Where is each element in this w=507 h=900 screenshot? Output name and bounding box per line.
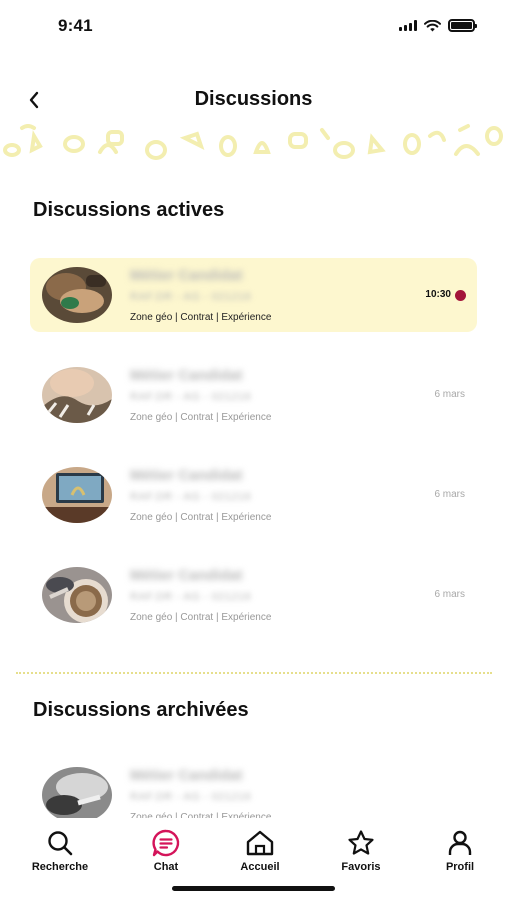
avatar (42, 267, 112, 323)
status-icons (399, 19, 477, 32)
conversation-tags: Zone géo | Contrat | Expérience (130, 512, 272, 523)
wifi-icon (424, 19, 441, 31)
unread-indicator (455, 290, 466, 301)
conversation-name: Métier Candidat (130, 567, 243, 584)
tab-chat[interactable]: Chat (126, 828, 206, 873)
avatar (42, 567, 112, 623)
status-time: 9:41 (58, 16, 93, 35)
conversation-name: Métier Candidat (130, 767, 243, 784)
conversation-name: Métier Candidat (130, 267, 243, 284)
battery-icon (448, 19, 477, 32)
conversation-reference: RAF.DR - AG - 021216 (130, 791, 252, 803)
tab-label: Recherche (31, 861, 89, 873)
conversation-tags: Zone géo | Contrat | Expérience (130, 412, 272, 423)
home-icon (245, 828, 275, 858)
active-discussions-title: Discussions actives (33, 199, 225, 221)
tab-label: Profil (445, 861, 475, 873)
conversation-time: 10:30 (425, 289, 451, 300)
decorative-pattern (0, 122, 507, 166)
conversation-tags: Zone géo | Contrat | Expérience (130, 612, 272, 623)
conversation-time: 6 mars (434, 589, 465, 600)
home-indicator (172, 886, 335, 891)
tab-label: Chat (153, 861, 179, 873)
section-divider (16, 672, 492, 674)
tab-label: Accueil (240, 861, 280, 873)
conversation-tags: Zone géo | Contrat | Expérience (130, 312, 272, 323)
conversation-reference: RAF.DR - AG - 021216 (130, 391, 252, 403)
conversation-reference: RAF.DR - AG - 021216 (130, 491, 252, 503)
tab-profil[interactable]: Profil (420, 828, 500, 873)
header: Discussions (0, 80, 507, 124)
search-icon (45, 828, 75, 858)
tab-favoris[interactable]: Favoris (321, 828, 401, 873)
avatar (42, 767, 112, 823)
tab-recherche[interactable]: Recherche (20, 828, 100, 873)
conversation-time: 6 mars (434, 389, 465, 400)
page-title: Discussions (194, 88, 313, 110)
conversation-item[interactable]: Métier Candidat RAF.DR - AG - 021216 Zon… (30, 558, 477, 632)
conversation-time: 6 mars (434, 489, 465, 500)
status-bar: 9:41 (0, 0, 507, 52)
conversation-item[interactable]: Métier Candidat RAF.DR - AG - 021216 Zon… (30, 458, 477, 532)
conversation-item[interactable]: Métier Candidat RAF.DR - AG - 021216 Zon… (30, 258, 477, 332)
conversation-reference: RAF.DR - AG - 021216 (130, 291, 252, 303)
avatar (42, 367, 112, 423)
conversation-name: Métier Candidat (130, 367, 243, 384)
tab-label: Favoris (341, 861, 381, 873)
profile-icon (445, 828, 475, 858)
tab-accueil[interactable]: Accueil (220, 828, 300, 873)
conversation-item[interactable]: Métier Candidat RAF.DR - AG - 021216 Zon… (30, 358, 477, 432)
avatar (42, 467, 112, 523)
star-icon (346, 828, 376, 858)
conversation-name: Métier Candidat (130, 467, 243, 484)
archived-discussions-title: Discussions archivées (33, 699, 249, 721)
cellular-signal-icon (399, 20, 417, 31)
conversation-reference: RAF.DR - AG - 021216 (130, 591, 252, 603)
chat-icon (151, 828, 181, 858)
